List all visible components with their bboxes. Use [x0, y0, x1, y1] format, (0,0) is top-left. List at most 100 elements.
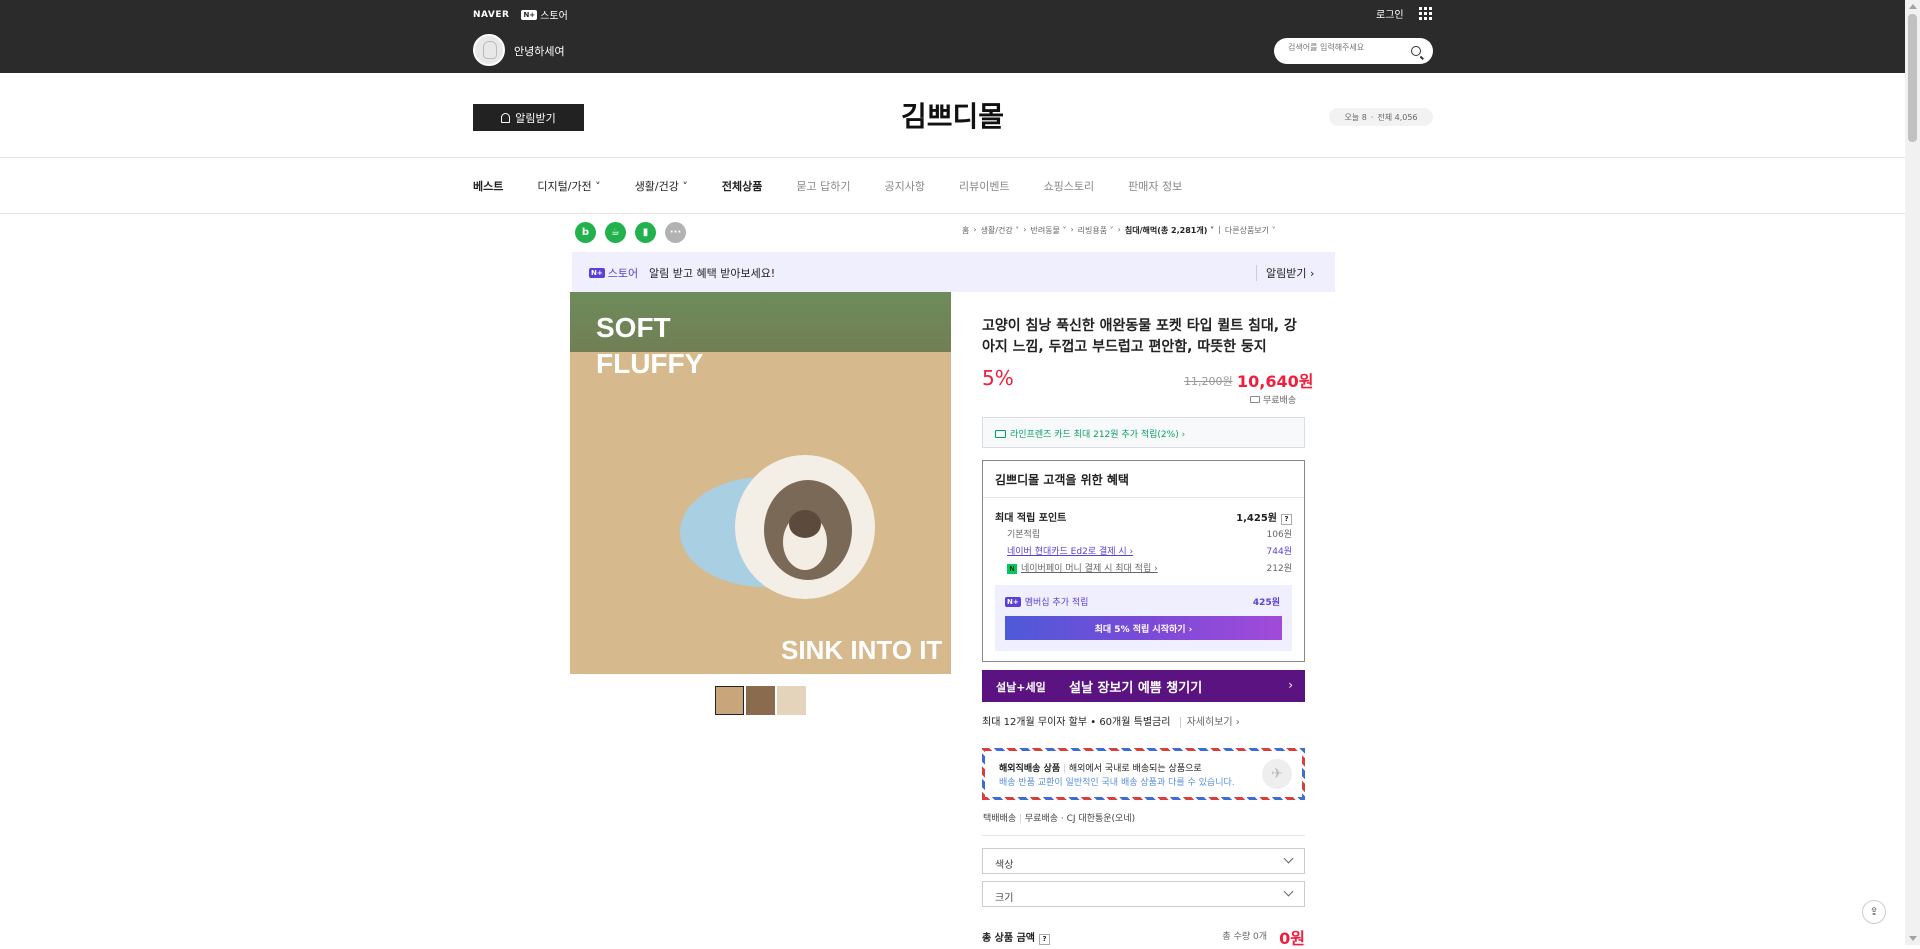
share-icons: b ☕ ▮ ···	[575, 222, 686, 243]
search-input[interactable]	[1288, 43, 1408, 52]
membership-label: 멤버십 추가 적립	[1024, 598, 1089, 608]
scroll-up-arrow-icon[interactable]	[1909, 4, 1917, 9]
naver-plus-store-logo: N+ 스토어	[589, 267, 639, 280]
image-tagline: SINK INTO IT	[781, 635, 943, 665]
store-header: 알림받기 김쁘디몰 오늘 8 · 전체 4,056	[0, 73, 1905, 158]
product-name: 고양이 침낭 푹신한 애완동물 포켓 타입 퀼트 침대, 강아지 느낌, 두껍고…	[982, 318, 1297, 355]
visitors-today: 오늘 8	[1344, 112, 1367, 122]
card-benefit-text: 라인프렌즈 카드 최대 212원 추가 적립(2%) ›	[1010, 430, 1186, 440]
npay-points-row[interactable]: N 네이버페이 머니 결제 시 최대 적립 › 212원	[995, 561, 1292, 574]
blog-share-icon[interactable]: b	[575, 222, 596, 243]
sale-message: 설날 장보기 예쁨 챙기기	[1069, 681, 1203, 696]
nav-item-all-products[interactable]: 전체상품	[722, 178, 762, 194]
card-benefit-box[interactable]: 라인프렌즈 카드 최대 212원 추가 적립(2%) ›	[982, 417, 1305, 448]
search-icon[interactable]	[1411, 46, 1421, 56]
logos: NAVER N+ 스토어	[473, 7, 568, 22]
nav-item-living[interactable]: 생활/건강 ˅	[635, 178, 688, 194]
truck-icon	[1250, 396, 1260, 403]
store-greeting: 안녕하세여	[514, 45, 565, 58]
store-title[interactable]: 김쁘디몰	[0, 95, 1905, 135]
membership-start-button[interactable]: 최대 5% 적립 시작하기 ›	[1005, 616, 1282, 640]
breadcrumb-living-goods[interactable]: 리빙용품 ˅	[1078, 225, 1114, 236]
login-link[interactable]: 로그인	[1376, 6, 1404, 21]
thumbnail-3[interactable]	[777, 686, 806, 715]
apps-grid-icon[interactable]	[1419, 7, 1432, 20]
visitors-total: 전체 4,056	[1377, 112, 1418, 122]
nav-item-notice[interactable]: 공지사항	[884, 178, 924, 194]
scrollbar-thumb[interactable]	[1908, 14, 1917, 142]
color-option-select[interactable]: 색상	[982, 848, 1305, 874]
nav-item-best[interactable]: 베스트	[473, 178, 503, 194]
help-icon[interactable]: ?	[1038, 934, 1050, 945]
product-info: 고양이 침낭 푹신한 애완동물 포켓 타입 퀼트 침대, 강아지 느낌, 두껍고…	[982, 316, 1313, 406]
chevron-right-icon: ›	[1288, 678, 1293, 692]
benefit-title: 김쁘디몰 고객을 위한 혜택	[995, 473, 1129, 487]
thumbnail-2[interactable]	[746, 686, 775, 715]
benefit-box: 김쁘디몰 고객을 위한 혜택 최대 적립 포인트 1,425원? 기본적립 10…	[982, 460, 1305, 662]
card-icon	[995, 429, 1006, 438]
store-nav: 베스트 디지털/가전 ˅ 생활/건강 ˅ 전체상품 묻고 답하기 공지사항 리뷰…	[473, 158, 1216, 213]
npay-icon: N	[1007, 564, 1017, 574]
np-badge: N+	[1005, 596, 1021, 607]
thumbnail-1[interactable]	[715, 686, 744, 715]
more-icon[interactable]: ···	[665, 222, 686, 243]
scrollbar[interactable]	[1905, 0, 1920, 945]
cafe-share-icon[interactable]: ☕	[605, 222, 626, 243]
breadcrumb: 홈 › 생활/건강 ˅ › 반려동물 ˅ › 리빙용품 ˅ › 침대/해먹(총 2,28…	[962, 225, 1276, 236]
bookmark-icon[interactable]: ▮	[635, 222, 656, 243]
total-amount: 0원	[1279, 929, 1305, 948]
nav-item-seller-info[interactable]: 판매자 정보	[1128, 178, 1182, 194]
size-option-select[interactable]: 크기	[982, 881, 1305, 907]
airplane-icon: ✈	[1262, 759, 1292, 789]
original-price: 11,200원	[1184, 375, 1233, 388]
breadcrumb-pets[interactable]: 반려동물 ˅	[1030, 225, 1066, 236]
naver-logo[interactable]: NAVER	[473, 10, 509, 20]
nav-item-review-event[interactable]: 리뷰이벤트	[959, 178, 1010, 194]
nav-item-qna[interactable]: 묻고 답하기	[796, 178, 850, 194]
overseas-label: 해외직배송 상품	[999, 764, 1061, 774]
membership-value: 425원	[1252, 598, 1280, 608]
chevron-down-icon	[1283, 853, 1294, 864]
basic-points-row: 기본적립 106원	[1007, 530, 1292, 540]
image-headline: SOFT FLUFFY	[596, 312, 704, 379]
breadcrumb-other-products[interactable]: 다른상품보기 ˅	[1225, 225, 1276, 236]
share-icon[interactable]: ⇪	[1862, 900, 1886, 924]
installment-more-link[interactable]: 자세히보기 ›	[1179, 717, 1240, 728]
divider	[0, 213, 1905, 214]
promo-alarm-link[interactable]: 알림받기 ›	[1256, 265, 1314, 281]
membership-box: N+ 멤버십 추가 적립 425원 최대 5% 적립 시작하기 ›	[995, 585, 1292, 651]
avatar[interactable]	[473, 34, 505, 66]
search-box[interactable]	[1274, 38, 1433, 64]
visitor-count: 오늘 8 · 전체 4,056	[1329, 108, 1433, 126]
discount-rate: 5%	[982, 366, 1014, 390]
naver-plus-store-logo[interactable]: N+ 스토어	[521, 7, 568, 22]
cat-cushion-image	[680, 455, 875, 599]
total-qty: 총 수량 0개	[1222, 932, 1267, 942]
nav-item-shopping-story[interactable]: 쇼핑스토리	[1044, 178, 1095, 194]
delivery-info: 택배배송 | 무료배송 · CJ 대한통운(오네)	[983, 814, 1136, 824]
help-icon[interactable]: ?	[1281, 514, 1292, 525]
nav-item-digital[interactable]: 디지털/가전 ˅	[537, 178, 600, 194]
total-label: 총 상품 금액	[982, 933, 1035, 944]
thumbnail-list	[715, 686, 806, 715]
np-badge: N+	[521, 9, 538, 20]
overseas-shipping-notice: 해외직배송 상품 | 해외에서 국내로 배송되는 상품으로 배송 반품 교환이 …	[982, 748, 1305, 800]
store-label: 스토어	[540, 11, 568, 22]
sale-banner[interactable]: 설날+세일 설날 장보기 예쁨 챙기기 ›	[982, 670, 1305, 702]
breadcrumb-beds[interactable]: 침대/해먹(총 2,281개) ˅	[1125, 225, 1214, 236]
sale-price: 10,640원	[1237, 372, 1314, 391]
chevron-down-icon	[1283, 886, 1294, 897]
alarm-promo-bar[interactable]: N+ 스토어 알림 받고 혜택 받아보세요! 알림받기 ›	[572, 252, 1335, 292]
shipping-info: 무료배송	[1250, 393, 1296, 406]
promo-text: 알림 받고 혜택 받아보세요!	[649, 267, 776, 280]
top-bar: NAVER N+ 스토어 로그인 안녕하세여	[0, 0, 1905, 73]
overseas-notice-text: 배송 반품 교환이 일반적인 국내 배송 상품과 다를 수 있습니다.	[999, 778, 1235, 788]
sale-tag: 설날+세일	[996, 681, 1046, 694]
product-main-image[interactable]: SOFT FLUFFY SINK INTO IT	[570, 292, 951, 674]
scroll-down-arrow-icon[interactable]	[1909, 936, 1917, 941]
np-badge: N+	[589, 268, 605, 278]
breadcrumb-home[interactable]: 홈	[962, 225, 969, 236]
breadcrumb-living[interactable]: 생활/건강 ˅	[981, 225, 1020, 236]
card-points-row[interactable]: 네이버 현대카드 Ed2로 결제 시 › 744원	[995, 544, 1292, 557]
installment-info: 최대 12개월 무이자 할부 • 60개월 특별금리 자세히보기 ›	[982, 717, 1240, 728]
